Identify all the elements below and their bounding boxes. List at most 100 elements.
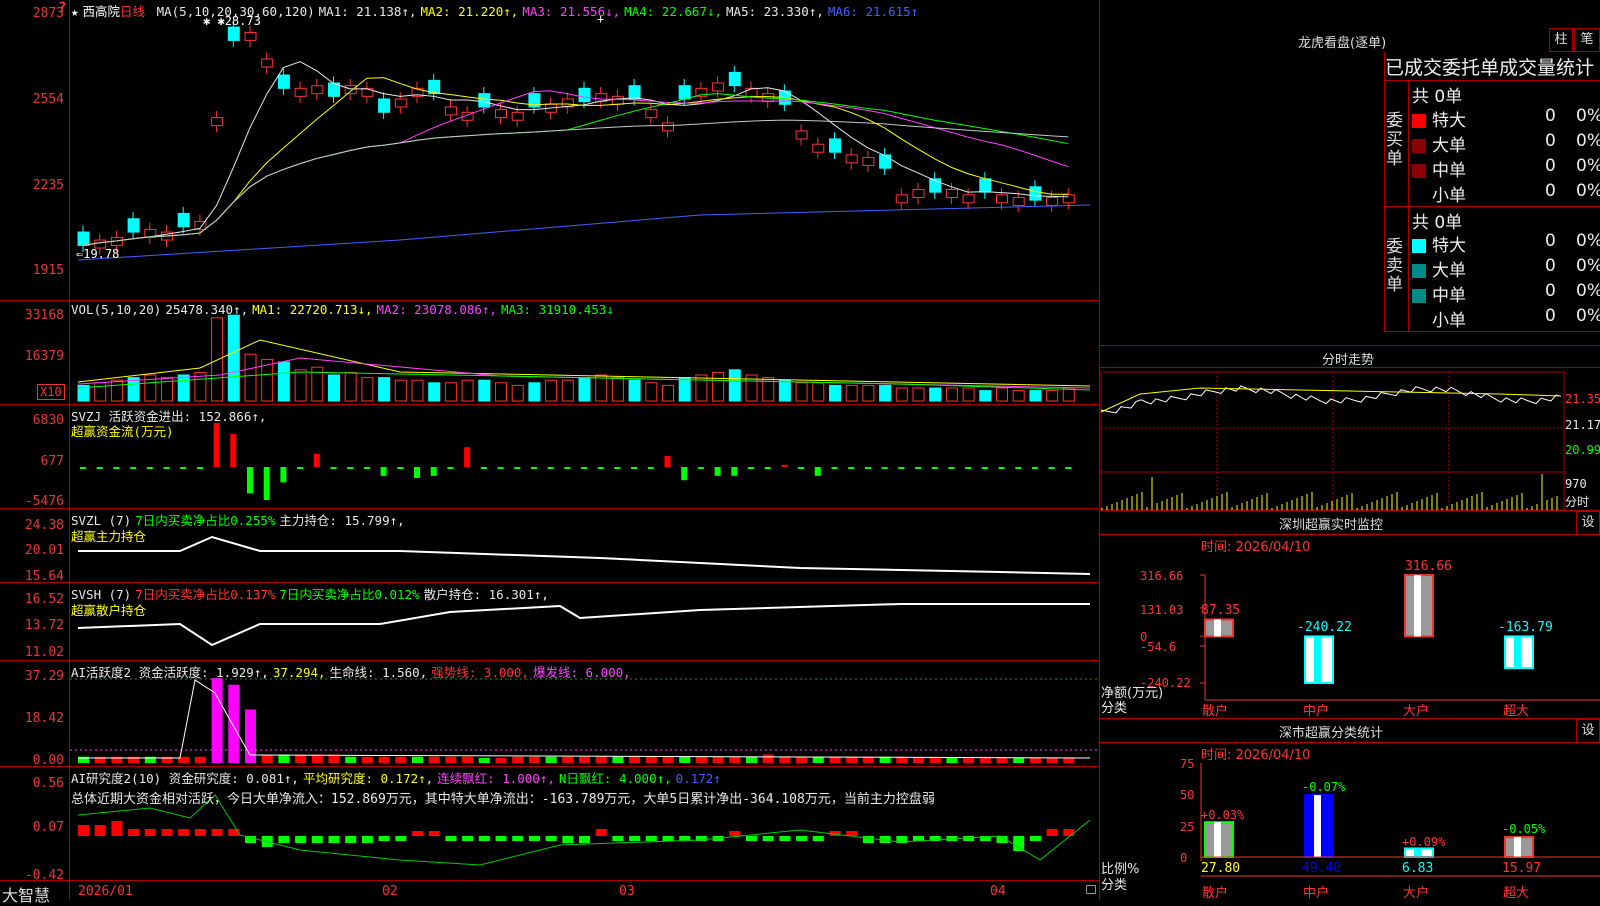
activity-bar	[361, 756, 373, 763]
candle	[862, 157, 875, 167]
activity-bar	[829, 756, 841, 763]
volume-bar	[912, 387, 925, 402]
question-icon[interactable]: ?	[58, 0, 66, 16]
classify-settings-button[interactable]: 设	[1576, 719, 1600, 743]
volume-bar	[962, 387, 975, 402]
lhb-row-pct: 0%	[1576, 131, 1600, 151]
research-bar	[128, 829, 140, 836]
header-item: 7日内买卖净占比0.255%	[135, 513, 276, 528]
y-tick-label: 6830	[32, 413, 64, 428]
candle	[361, 87, 374, 97]
lhb-row-label: 中单	[1432, 286, 1466, 306]
fund-flow-bar	[497, 467, 504, 469]
volume-bar	[545, 379, 558, 402]
svzl-subtitle: 超赢主力持仓	[71, 529, 147, 544]
fund-flow-bar	[764, 467, 771, 469]
ma-legend: MA(5,10,20,30,60,120) MA1: 21.138↑, MA2: 2…	[157, 4, 923, 19]
fund-flow-bar	[781, 464, 788, 467]
research-bar	[746, 836, 757, 841]
volume-bar	[511, 384, 524, 402]
ma6-line	[77, 204, 1091, 261]
activity-bar	[412, 756, 423, 763]
lhb-row-label: 小单	[1432, 186, 1466, 206]
candle	[628, 85, 641, 100]
classify-value-label: 15.97	[1502, 861, 1542, 876]
y-tick-label: 1915	[32, 263, 64, 278]
y-tick-label: 18.42	[24, 711, 64, 726]
star-icon[interactable]: ★	[71, 4, 79, 19]
monitor-time: 时间: 2026/04/10	[1201, 540, 1311, 555]
candle	[244, 31, 257, 41]
header-item: MA1: 21.138↑,	[318, 4, 417, 19]
candle	[745, 87, 758, 97]
legend-swatch	[1412, 264, 1426, 278]
y-tick-label: 2554	[32, 92, 64, 107]
tick-mode-button[interactable]: 笔	[1574, 28, 1600, 52]
volume-bar	[829, 384, 841, 402]
volume-bar	[444, 382, 457, 402]
volume-bar	[578, 377, 591, 402]
classify-value-label: 6.83	[1402, 861, 1434, 876]
candle	[678, 85, 691, 100]
volume-bar	[561, 379, 574, 402]
bar-mode-button[interactable]: 柱	[1549, 28, 1573, 52]
lock-icon[interactable]	[1086, 885, 1096, 894]
volume-bar	[628, 379, 641, 402]
header-item: MA6: 21.615↑	[827, 4, 919, 19]
volume-bar	[294, 369, 307, 402]
research-bar	[361, 836, 373, 843]
candle	[945, 188, 958, 198]
y-tick-label: 24.38	[24, 518, 64, 533]
volume-bar	[361, 377, 374, 402]
candle	[879, 154, 892, 169]
research-bar	[295, 836, 307, 843]
x-tick-label: 02	[382, 884, 398, 899]
fund-flow-bar	[915, 467, 921, 469]
research-bar	[111, 821, 123, 836]
research-bar	[378, 836, 390, 841]
candle	[344, 85, 357, 95]
header-item: 爆发线: 6.000,	[532, 665, 631, 680]
activity-bar	[1063, 757, 1075, 763]
candle	[912, 188, 925, 198]
fund-flow-bar	[965, 467, 972, 469]
lhb-row-label: 特大	[1432, 111, 1466, 131]
research-bar	[278, 836, 290, 843]
lhb-row: 中单	[1412, 281, 1466, 306]
fund-flow-bar	[213, 423, 220, 467]
header-item: 连续飘红: 1.000↑,	[437, 771, 555, 786]
candle	[177, 212, 190, 228]
chart-canvas[interactable]	[0, 0, 1100, 900]
monitor-settings-button[interactable]: 设	[1576, 511, 1600, 535]
candle	[127, 218, 140, 233]
fund-flow-bar	[113, 467, 120, 469]
legend-swatch	[1412, 314, 1426, 328]
lhb-row-count: 0	[1545, 106, 1556, 126]
fund-flow-bar	[798, 467, 805, 469]
ai-research-header: AI研究度2(10) 资金研究度: 0.081↑, 平均研究度: 0.172↑, 连…	[71, 768, 725, 787]
x10-badge[interactable]: X10	[37, 384, 65, 400]
period-label[interactable]: 日线	[120, 4, 145, 19]
candle	[277, 74, 290, 89]
classify-category-label: 中户	[1303, 886, 1330, 901]
ma2-line	[82, 77, 1069, 246]
volume-bar	[528, 382, 541, 402]
volume-header: VOL(5,10,20) 25478.340↑, MA1: 22720.713↓, M…	[71, 302, 618, 317]
candle	[812, 143, 825, 153]
monitor-x-title: 分类	[1101, 701, 1128, 716]
volume-bar	[945, 387, 958, 402]
activity-bar	[478, 757, 490, 763]
volume-bar	[244, 353, 257, 402]
activity-bar	[1029, 757, 1041, 763]
y-tick-label: -0.42	[24, 868, 64, 883]
volume-bar	[996, 387, 1008, 402]
y-tick-label: 16.52	[24, 592, 64, 607]
fund-flow-bar	[631, 467, 638, 469]
activity-bar	[261, 754, 273, 763]
research-bar	[1063, 829, 1075, 836]
candle	[728, 71, 741, 87]
classify-value-label: 27.80	[1201, 861, 1241, 876]
lhb-row: 特大	[1412, 106, 1466, 131]
stock-name[interactable]: 西高院	[83, 4, 121, 19]
candle	[378, 98, 391, 113]
